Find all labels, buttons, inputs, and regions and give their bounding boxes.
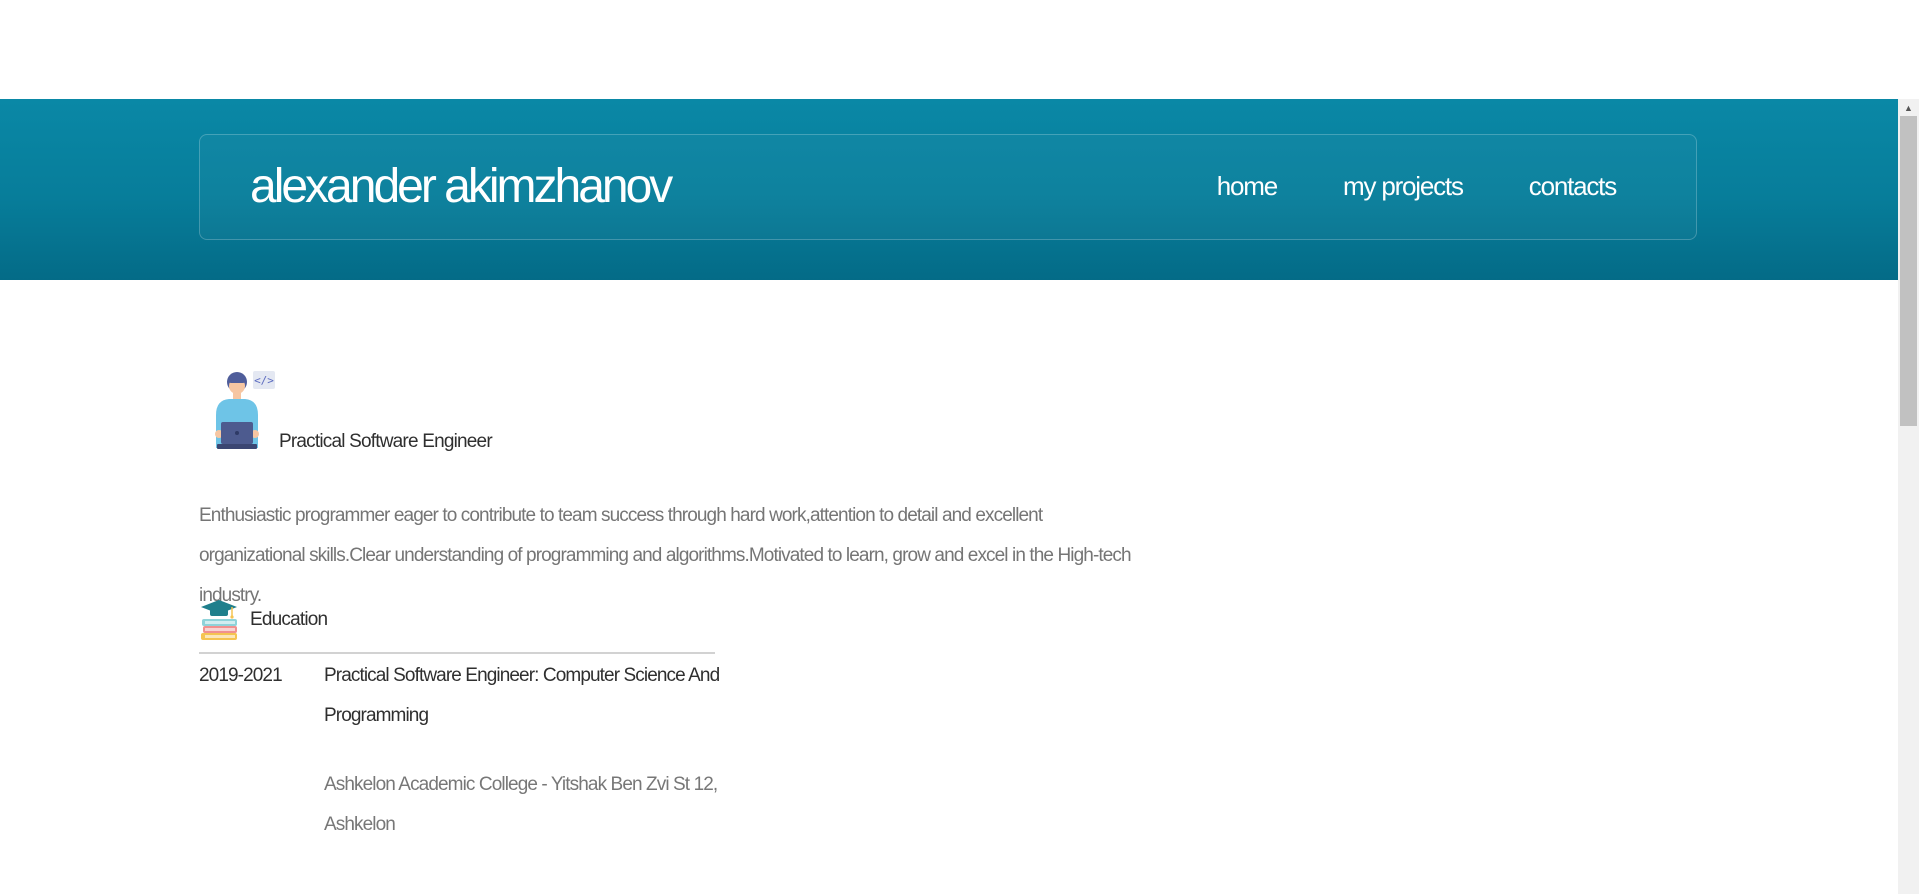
main-nav: home my projects contacts <box>1217 170 1617 202</box>
site-header: alexander akimzhanov home my projects co… <box>0 99 1898 280</box>
role-title: Practical Software Engineer <box>279 431 493 452</box>
education-title: Education <box>250 609 328 630</box>
scroll-up-button[interactable]: ▲ <box>1898 99 1919 116</box>
developer-with-laptop-icon: </> <box>215 371 275 449</box>
education-degree: Practical Software Engineer: Computer Sc… <box>324 665 720 726</box>
vertical-scrollbar[interactable]: ▲ <box>1898 99 1919 894</box>
site-title[interactable]: alexander akimzhanov <box>250 157 673 217</box>
svg-text:</>: </> <box>254 374 274 387</box>
role-row: </> Practical Software Engineer <box>199 370 1149 452</box>
page: alexander akimzhanov home my projects co… <box>0 0 1919 894</box>
books-graduation-cap-icon <box>201 600 237 640</box>
nav-my-projects-link[interactable]: my projects <box>1343 170 1464 202</box>
education-school: Ashkelon Academic College - Yitshak Ben … <box>324 774 718 835</box>
education-divider <box>199 652 715 654</box>
triangle-up-icon: ▲ <box>1904 102 1913 113</box>
intro-text: Enthusiastic programmer eager to contrib… <box>199 505 1132 606</box>
main-content: </> Practical Software Engineer Enthusia… <box>199 370 1149 835</box>
nav-home-link[interactable]: home <box>1217 170 1278 202</box>
header-card: alexander akimzhanov home my projects co… <box>199 134 1697 240</box>
nav-contacts-link[interactable]: contacts <box>1529 170 1617 202</box>
scrollbar-thumb[interactable] <box>1900 116 1917 426</box>
education-heading: Education <box>199 599 719 641</box>
education-years: 2019-2021 <box>199 665 283 686</box>
